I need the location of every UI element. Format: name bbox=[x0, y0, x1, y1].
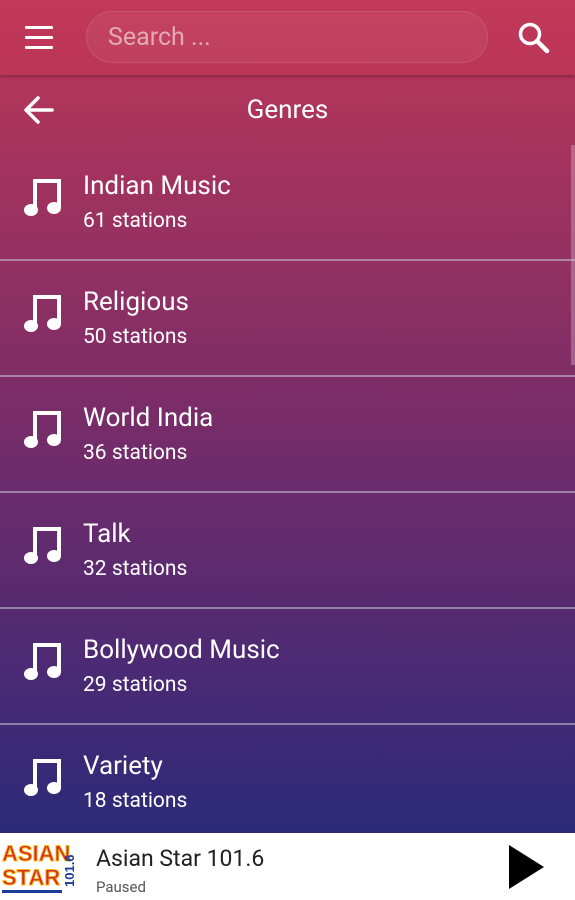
genre-station-count: 36 stations bbox=[83, 441, 188, 465]
back-button[interactable] bbox=[22, 93, 56, 127]
hamburger-menu-icon bbox=[25, 26, 53, 29]
play-icon bbox=[509, 845, 544, 889]
svg-text:101.6: 101.6 bbox=[62, 854, 77, 887]
genre-name: World India bbox=[83, 403, 214, 433]
title-bar: Genres bbox=[0, 75, 575, 145]
search-toolbar bbox=[0, 0, 575, 75]
svg-text:ASIAN: ASIAN bbox=[2, 841, 70, 866]
search-button[interactable] bbox=[516, 20, 552, 56]
station-logo: ASIAN STAR 101.6 bbox=[0, 835, 82, 898]
genre-station-count: 32 stations bbox=[83, 557, 188, 581]
genre-item-religious[interactable]: Religious 50 stations bbox=[0, 261, 575, 377]
music-note-icon bbox=[24, 179, 61, 216]
genre-item-indian-music[interactable]: Indian Music 61 stations bbox=[0, 145, 575, 261]
menu-button[interactable] bbox=[22, 24, 58, 52]
music-note-icon bbox=[24, 411, 61, 448]
genre-item-bollywood-music[interactable]: Bollywood Music 29 stations bbox=[0, 609, 575, 725]
genre-name: Bollywood Music bbox=[83, 635, 280, 665]
play-button[interactable] bbox=[502, 843, 550, 891]
genre-station-count: 18 stations bbox=[83, 789, 188, 813]
genre-name: Talk bbox=[83, 519, 131, 549]
genre-station-count: 50 stations bbox=[83, 325, 188, 349]
music-note-icon bbox=[24, 759, 61, 796]
playback-status: Paused bbox=[96, 878, 146, 896]
search-icon bbox=[518, 22, 550, 54]
now-playing-station: Asian Star 101.6 bbox=[96, 845, 265, 872]
genre-station-count: 29 stations bbox=[83, 673, 188, 697]
genre-item-variety[interactable]: Variety 18 stations bbox=[0, 725, 575, 833]
search-field[interactable] bbox=[86, 11, 488, 63]
music-note-icon bbox=[24, 643, 61, 680]
app-root: Genres Indian Music 61 stations Religiou… bbox=[0, 0, 575, 900]
genre-station-count: 61 stations bbox=[83, 209, 188, 233]
svg-text:STAR: STAR bbox=[2, 865, 60, 890]
genre-name: Indian Music bbox=[83, 171, 231, 201]
music-note-icon bbox=[24, 527, 61, 564]
genre-list[interactable]: Indian Music 61 stations Religious 50 st… bbox=[0, 145, 575, 833]
now-playing-bar[interactable]: ASIAN STAR 101.6 Asian Star 101.6 Paused bbox=[0, 833, 575, 900]
search-input[interactable] bbox=[108, 11, 468, 63]
back-arrow-icon bbox=[24, 96, 54, 124]
page-title: Genres bbox=[246, 95, 329, 125]
music-note-icon bbox=[24, 295, 61, 332]
genre-name: Variety bbox=[83, 751, 163, 781]
genre-item-talk[interactable]: Talk 32 stations bbox=[0, 493, 575, 609]
genre-item-world-india[interactable]: World India 36 stations bbox=[0, 377, 575, 493]
genre-name: Religious bbox=[83, 287, 189, 317]
